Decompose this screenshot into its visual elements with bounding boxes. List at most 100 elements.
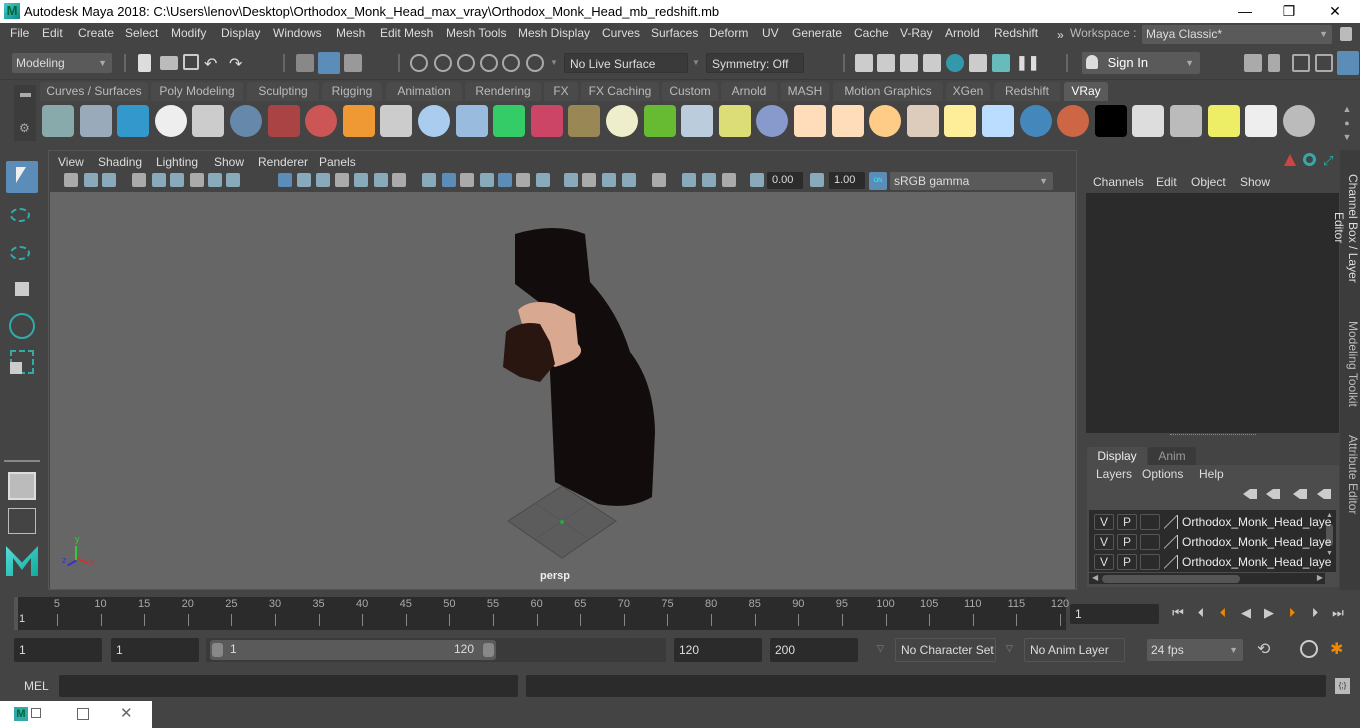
exposure-field[interactable]: 0.00 xyxy=(767,172,803,189)
vray-sun-icon[interactable] xyxy=(944,105,977,137)
layer-row[interactable]: V P Orthodox_Monk_Head_laye xyxy=(1090,513,1331,531)
animation-prefs-icon[interactable]: ✱ xyxy=(1330,639,1343,659)
shelf-tab-rendering[interactable]: Rendering xyxy=(465,82,541,101)
mel-label[interactable]: MEL xyxy=(24,679,49,693)
move-tool[interactable] xyxy=(6,273,38,305)
shelf-tab-fx-caching[interactable]: FX Caching xyxy=(581,82,659,101)
menu-select[interactable]: Select xyxy=(125,26,158,40)
layer-visibility-toggle[interactable]: V xyxy=(1094,514,1114,530)
render-settings-icon[interactable] xyxy=(923,54,941,72)
undo-icon[interactable]: ↶ xyxy=(204,54,217,74)
human-ik-icon[interactable] xyxy=(1268,54,1280,72)
anim-layer-dropdown-icon[interactable]: ▽ xyxy=(1006,643,1013,654)
layer-menu-options[interactable]: Options xyxy=(1142,467,1183,481)
layer-playback-toggle[interactable]: P xyxy=(1117,534,1137,550)
depth-of-field-icon[interactable] xyxy=(622,173,636,187)
bookmarks-icon[interactable] xyxy=(102,173,116,187)
save-scene-icon[interactable] xyxy=(183,54,199,70)
command-input[interactable] xyxy=(59,675,518,697)
layer-display-type-toggle[interactable] xyxy=(1140,534,1160,550)
channel-menu-channels[interactable]: Channels xyxy=(1093,175,1144,189)
grease-pencil-icon[interactable] xyxy=(170,173,184,187)
layer-visibility-toggle[interactable]: V xyxy=(1094,554,1114,570)
layer-color-swatch[interactable] xyxy=(1164,535,1178,549)
attribute-editor-icon[interactable] xyxy=(1292,54,1310,72)
close-button[interactable]: ✕ xyxy=(1312,0,1358,23)
use-all-lights-icon[interactable] xyxy=(516,173,530,187)
step-back-key-icon[interactable]: ⏴ xyxy=(1216,606,1230,620)
layer-visibility-toggle[interactable]: V xyxy=(1094,534,1114,550)
shelf-tab-redshift[interactable]: Redshift xyxy=(994,82,1060,101)
ipr-render-icon[interactable] xyxy=(900,54,918,72)
animation-end-field[interactable]: 200 xyxy=(770,638,858,662)
lasso-tool[interactable] xyxy=(6,200,38,232)
animation-start-field[interactable]: 1 xyxy=(14,638,102,662)
layer-tab-anim[interactable]: Anim xyxy=(1148,447,1196,465)
vray-plane-icon[interactable] xyxy=(982,105,1014,137)
vray-proxy-icon[interactable] xyxy=(380,105,413,137)
vray-light-icon[interactable] xyxy=(493,105,526,137)
backface-icon[interactable] xyxy=(722,173,736,187)
render-view-icon[interactable] xyxy=(855,54,873,72)
select-component-icon[interactable] xyxy=(344,54,362,72)
paint-select-tool[interactable] xyxy=(6,236,38,268)
menu-file[interactable]: File xyxy=(10,26,29,40)
snap-view-plane-icon[interactable] xyxy=(480,54,498,72)
wireframe-on-shaded-icon[interactable] xyxy=(480,173,494,187)
shelf-settings-icon[interactable]: ⚙ xyxy=(19,121,30,135)
viewport-menu-show[interactable]: Show xyxy=(214,155,244,169)
maximize-icon[interactable] xyxy=(77,708,89,720)
panel-resize-handle[interactable] xyxy=(1170,434,1256,435)
menu-windows[interactable]: Windows xyxy=(273,26,322,40)
lock-icon[interactable] xyxy=(1340,27,1352,41)
2d-pan-zoom-icon[interactable] xyxy=(152,173,166,187)
default-material-icon[interactable] xyxy=(460,173,474,187)
camera-attr-icon[interactable] xyxy=(208,173,222,187)
chevron-down-icon[interactable]: ▼ xyxy=(692,58,700,67)
expand-icon[interactable]: ⤢ xyxy=(1323,153,1333,169)
shelf-tab-xgen[interactable]: XGen xyxy=(946,82,990,101)
new-scene-icon[interactable] xyxy=(138,54,151,72)
menu-surfaces[interactable]: Surfaces xyxy=(651,26,698,40)
open-scene-icon[interactable] xyxy=(160,56,178,70)
vray-material-icon[interactable] xyxy=(230,105,262,137)
layer-menu-layers[interactable]: Layers xyxy=(1096,467,1132,481)
xray-joints-icon[interactable] xyxy=(682,173,696,187)
vray-cone-icon[interactable] xyxy=(455,105,488,137)
bookmark-icon[interactable] xyxy=(226,173,240,187)
current-frame-field[interactable]: 1 xyxy=(1070,604,1159,624)
xray-icon[interactable] xyxy=(498,173,512,187)
color-management-toggle[interactable]: ON xyxy=(869,172,887,190)
layer-display-type-toggle[interactable] xyxy=(1140,554,1160,570)
shelf-tab-vray[interactable]: VRay xyxy=(1064,82,1108,101)
range-start-handle[interactable] xyxy=(212,643,223,657)
wireframe-icon[interactable] xyxy=(422,173,436,187)
scale-tool[interactable] xyxy=(6,347,38,379)
menu-uv[interactable]: UV xyxy=(762,26,779,40)
layer-playback-toggle[interactable]: P xyxy=(1117,554,1137,570)
color-space-select[interactable]: sRGB gamma ▼ xyxy=(890,172,1053,190)
smooth-shade-icon[interactable] xyxy=(442,173,456,187)
shelf-tab-custom[interactable]: Custom xyxy=(662,82,718,101)
hypershade-icon[interactable] xyxy=(946,54,964,72)
layer-display-type-toggle[interactable] xyxy=(1140,514,1160,530)
snap-curve-icon[interactable] xyxy=(434,54,452,72)
vray-settings-icon[interactable] xyxy=(1170,105,1202,137)
menu-create[interactable]: Create xyxy=(78,26,114,40)
channel-menu-show[interactable]: Show xyxy=(1240,175,1270,189)
vray-checker-icon[interactable] xyxy=(1094,105,1127,137)
menu-mesh-tools[interactable]: Mesh Tools xyxy=(446,26,506,40)
vray-blue-sphere-icon[interactable] xyxy=(1019,105,1052,137)
layer-editor-icon[interactable] xyxy=(1303,153,1316,166)
chevron-down-icon[interactable]: ▼ xyxy=(550,58,558,67)
snap-live-icon[interactable] xyxy=(502,54,520,72)
motion-blur-icon[interactable] xyxy=(582,173,596,187)
snap-point-icon[interactable] xyxy=(457,54,475,72)
menu-arnold[interactable]: Arnold xyxy=(945,26,980,40)
menu-edit[interactable]: Edit xyxy=(42,26,63,40)
step-forward-key-icon[interactable]: ⏵ xyxy=(1285,606,1299,620)
vray-omni-light-icon[interactable] xyxy=(869,105,902,137)
single-view-layout-icon[interactable] xyxy=(8,472,36,500)
menu-overflow-icon[interactable]: » xyxy=(1057,28,1064,42)
play-backward-icon[interactable]: ◀ xyxy=(1239,606,1253,620)
